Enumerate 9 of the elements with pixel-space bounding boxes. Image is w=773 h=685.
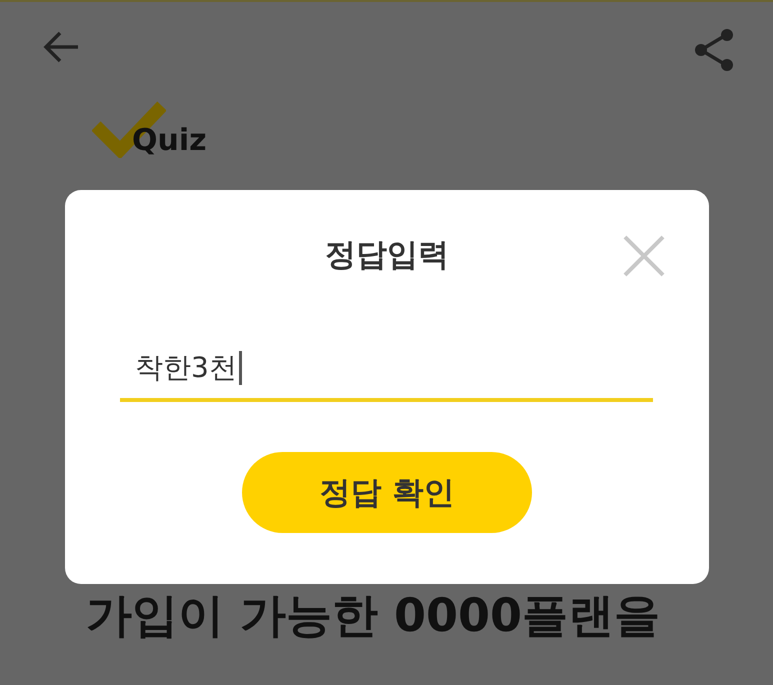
answer-field[interactable]: 착한3천 [120, 338, 653, 402]
share-icon[interactable] [693, 28, 735, 72]
dialog-title: 정답입력 [325, 236, 449, 275]
back-icon[interactable] [42, 30, 80, 64]
question-text: 가입이 가능한 0000플랜을 [86, 588, 662, 644]
confirm-button[interactable]: 정답 확인 [242, 452, 532, 533]
close-icon[interactable] [623, 235, 665, 277]
text-cursor [238, 351, 242, 385]
logo-text: Quiz [132, 126, 207, 156]
